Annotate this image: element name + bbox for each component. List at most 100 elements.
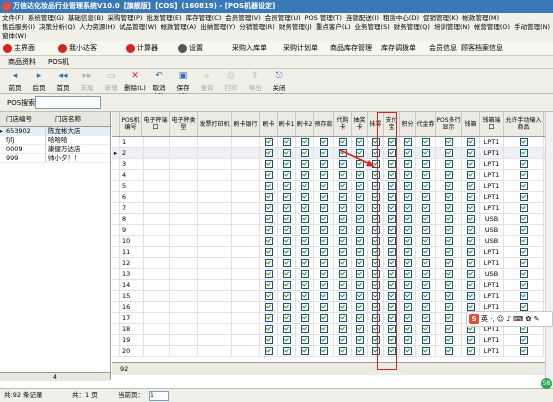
checkbox-cell[interactable] <box>462 225 480 235</box>
checkbox-cell[interactable] <box>352 203 368 213</box>
checkbox[interactable] <box>519 302 528 311</box>
checkbox-cell[interactable] <box>416 181 436 191</box>
checkbox-cell[interactable] <box>400 214 416 224</box>
checkbox-cell[interactable] <box>416 225 436 235</box>
checkbox[interactable] <box>387 203 396 212</box>
checkbox-cell[interactable] <box>384 324 400 334</box>
grid-column-header[interactable]: 刷卡2 <box>296 112 314 136</box>
checkbox[interactable] <box>282 258 291 267</box>
checkbox[interactable] <box>421 159 430 168</box>
checkbox-cell[interactable] <box>352 346 368 356</box>
checkbox[interactable] <box>355 269 364 278</box>
checkbox-cell[interactable] <box>260 269 278 279</box>
checkbox-cell[interactable] <box>462 335 480 345</box>
checkbox[interactable] <box>403 181 412 190</box>
checkbox-cell[interactable] <box>504 291 544 301</box>
checkbox-cell[interactable] <box>436 258 462 268</box>
checkbox[interactable] <box>338 280 347 289</box>
checkbox-cell[interactable] <box>278 324 296 334</box>
checkbox[interactable] <box>444 302 453 311</box>
checkbox-cell[interactable] <box>334 269 352 279</box>
checkbox[interactable] <box>282 313 291 322</box>
checkbox[interactable] <box>355 280 364 289</box>
checkbox[interactable] <box>519 247 528 256</box>
ime-punct-icon[interactable]: ·, <box>490 315 494 323</box>
checkbox[interactable] <box>444 324 453 333</box>
quick-button[interactable]: 主界面 <box>3 42 35 54</box>
grid-column-header[interactable]: 电子秤类型 <box>170 112 198 136</box>
checkbox-cell[interactable] <box>334 181 352 191</box>
checkbox-cell[interactable] <box>400 291 416 301</box>
checkbox[interactable] <box>282 192 291 201</box>
checkbox[interactable] <box>371 258 380 267</box>
checkbox[interactable] <box>444 346 453 355</box>
checkbox[interactable] <box>371 302 380 311</box>
checkbox[interactable] <box>300 302 309 311</box>
checkbox-cell[interactable] <box>384 335 400 345</box>
menu-item[interactable]: 业务管理(S) <box>353 23 392 32</box>
checkbox[interactable] <box>387 225 396 234</box>
checkbox-cell[interactable] <box>462 170 480 180</box>
checkbox-cell[interactable] <box>314 159 334 169</box>
checkbox-cell[interactable] <box>278 247 296 257</box>
checkbox-cell[interactable] <box>462 159 480 169</box>
checkbox[interactable] <box>403 214 412 223</box>
checkbox[interactable] <box>264 302 273 311</box>
menu-item[interactable]: 租赁中心(D) <box>381 14 421 23</box>
checkbox[interactable] <box>338 148 347 157</box>
checkbox-cell[interactable] <box>416 291 436 301</box>
checkbox-cell[interactable] <box>384 181 400 191</box>
grid-column-header[interactable]: 钱箱端口 <box>480 112 504 136</box>
grid-column-header[interactable]: 抹零 <box>368 112 384 136</box>
checkbox-cell[interactable] <box>314 302 334 312</box>
checkbox-cell[interactable] <box>314 214 334 224</box>
checkbox[interactable] <box>319 181 328 190</box>
checkbox-cell[interactable] <box>278 170 296 180</box>
checkbox[interactable] <box>519 181 528 190</box>
checkbox[interactable] <box>300 148 309 157</box>
checkbox[interactable] <box>300 159 309 168</box>
checkbox-cell[interactable] <box>368 236 384 246</box>
checkbox[interactable] <box>444 203 453 212</box>
checkbox-cell[interactable] <box>314 181 334 191</box>
checkbox[interactable] <box>421 236 430 245</box>
grid-column-header[interactable]: 代购卡 <box>334 112 352 136</box>
grid-column-header[interactable]: POS多行显示 <box>436 112 462 136</box>
checkbox-cell[interactable] <box>260 214 278 224</box>
checkbox[interactable] <box>444 269 453 278</box>
checkbox[interactable] <box>371 324 380 333</box>
checkbox[interactable] <box>519 148 528 157</box>
grid-column-header[interactable]: 刷卡 <box>260 112 278 136</box>
checkbox[interactable] <box>371 269 380 278</box>
checkbox-cell[interactable] <box>314 269 334 279</box>
checkbox[interactable] <box>300 324 309 333</box>
checkbox[interactable] <box>466 291 475 300</box>
checkbox[interactable] <box>421 192 430 201</box>
checkbox[interactable] <box>338 269 347 278</box>
checkbox-cell[interactable] <box>296 269 314 279</box>
checkbox-cell[interactable] <box>368 159 384 169</box>
checkbox-cell[interactable] <box>384 313 400 323</box>
doc-tab[interactable]: POS机 <box>48 56 69 68</box>
store-row[interactable]: ▸ 653902 陈龙彬大店 <box>0 127 110 136</box>
checkbox-cell[interactable] <box>416 192 436 202</box>
checkbox[interactable] <box>403 225 412 234</box>
pos-table-row[interactable]: 4LPT1无 <box>112 170 545 181</box>
checkbox-cell[interactable] <box>352 214 368 224</box>
checkbox-cell[interactable] <box>384 137 400 147</box>
checkbox-cell[interactable] <box>416 269 436 279</box>
checkbox-cell[interactable] <box>296 148 314 158</box>
checkbox-cell[interactable] <box>314 192 334 202</box>
menu-item[interactable]: 培训管理(N) <box>432 23 472 32</box>
checkbox-cell[interactable] <box>296 302 314 312</box>
checkbox-cell[interactable] <box>334 137 352 147</box>
store-row[interactable]: 999 帅小夕！！ <box>0 154 110 163</box>
checkbox[interactable] <box>444 335 453 344</box>
menu-item[interactable]: 会员管理(U) <box>263 14 303 23</box>
checkbox[interactable] <box>319 148 328 157</box>
checkbox-cell[interactable] <box>296 225 314 235</box>
checkbox[interactable] <box>319 291 328 300</box>
checkbox[interactable] <box>466 214 475 223</box>
menu-item[interactable]: 决策分析(Q) <box>37 23 77 32</box>
checkbox[interactable] <box>403 313 412 322</box>
